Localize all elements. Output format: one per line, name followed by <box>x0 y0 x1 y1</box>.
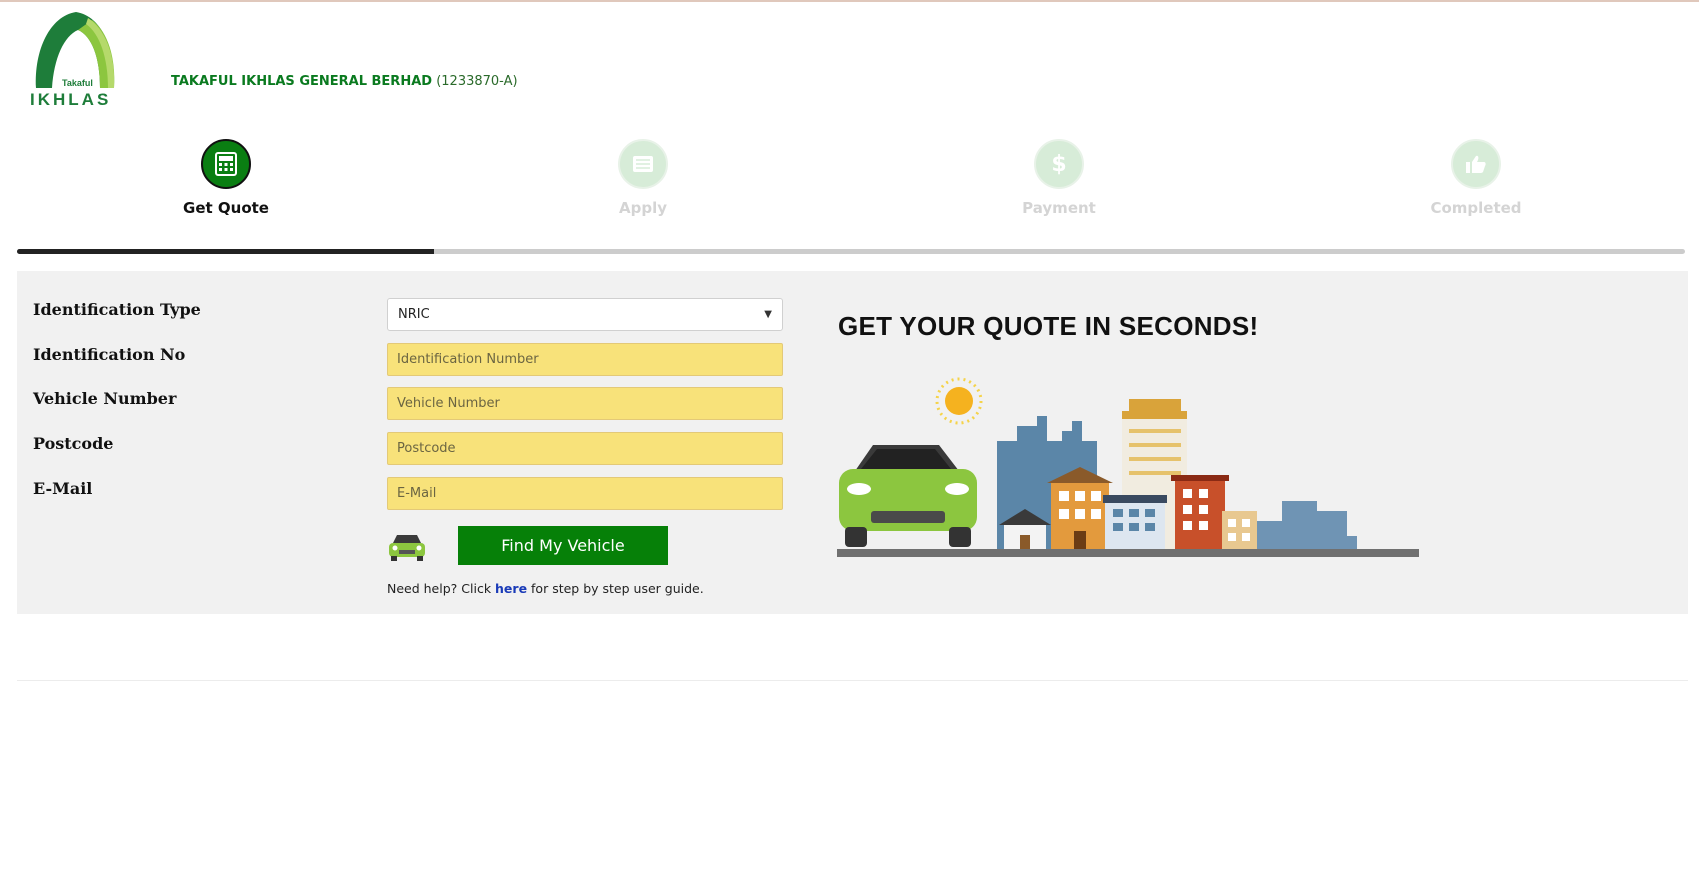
thumbs-up-icon <box>1451 139 1501 189</box>
chevron-down-icon: ▼ <box>764 309 772 320</box>
logo-big-text: IKHLAS <box>30 90 111 109</box>
step-label: Payment <box>1022 199 1096 217</box>
id-type-select[interactable]: NRIC ▼ <box>387 298 783 331</box>
car-city-illustration <box>837 377 1419 557</box>
step-label: Apply <box>618 199 667 217</box>
postcode-label: Postcode <box>33 434 114 453</box>
sun-icon <box>935 377 983 425</box>
email-label: E-Mail <box>33 479 93 498</box>
vehicle-number-input[interactable] <box>387 387 783 420</box>
promo-headline: GET YOUR QUOTE IN SECONDS! <box>838 311 1259 341</box>
help-suffix: for step by step user guide. <box>527 581 704 596</box>
step-progress-fill <box>17 249 434 254</box>
dollar-icon: $ <box>1034 139 1084 189</box>
footer-divider <box>17 680 1688 681</box>
step-label: Get Quote <box>183 199 269 217</box>
step-completed[interactable]: Completed <box>1376 139 1576 217</box>
form-icon <box>618 139 668 189</box>
id-number-input[interactable] <box>387 343 783 376</box>
id-type-value: NRIC <box>398 307 430 322</box>
car-icon <box>389 535 425 561</box>
find-my-vehicle-button[interactable]: Find My Vehicle <box>458 526 668 565</box>
step-payment[interactable]: $ Payment <box>959 139 1159 217</box>
help-guide-link[interactable]: here <box>495 581 527 596</box>
quote-form-panel: Identification Type NRIC ▼ Identificatio… <box>17 271 1688 614</box>
top-border <box>0 0 1699 2</box>
calculator-icon <box>201 139 251 189</box>
company-registration: (1233870-A) <box>436 74 518 89</box>
help-text: Need help? Click here for step by step u… <box>387 581 704 596</box>
id-type-label: Identification Type <box>33 300 201 319</box>
company-title: TAKAFUL IKHLAS GENERAL BERHAD (1233870-A… <box>171 74 518 89</box>
company-name: TAKAFUL IKHLAS GENERAL BERHAD <box>171 74 433 89</box>
step-get-quote[interactable]: Get Quote <box>126 139 326 217</box>
step-progress-bar <box>17 249 1685 254</box>
vehicle-number-label: Vehicle Number <box>33 389 177 408</box>
takaful-ikhlas-logo: Takaful IKHLAS <box>30 12 115 109</box>
step-label: Completed <box>1430 199 1522 217</box>
help-prefix: Need help? Click <box>387 581 496 596</box>
id-no-label: Identification No <box>33 345 186 364</box>
step-apply[interactable]: Apply <box>543 139 743 217</box>
email-input[interactable] <box>387 477 783 510</box>
logo-small-text: Takaful <box>62 78 93 88</box>
postcode-input[interactable] <box>387 432 783 465</box>
green-car-icon <box>839 445 977 547</box>
